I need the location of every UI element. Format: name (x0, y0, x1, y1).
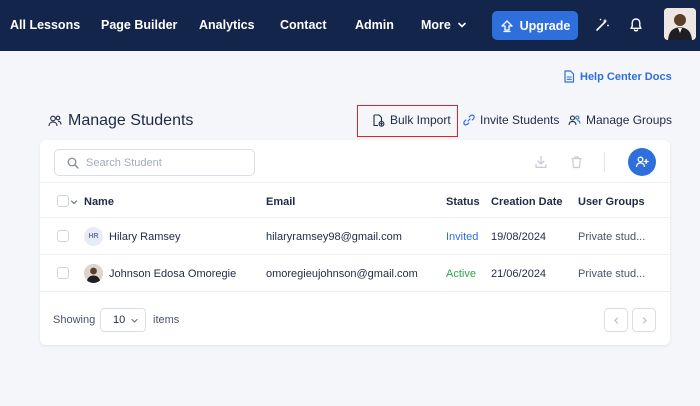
toolbar-divider (604, 152, 605, 172)
invite-students-button[interactable]: Invite Students (463, 113, 559, 127)
next-page-button[interactable] (632, 308, 656, 332)
nav-analytics[interactable]: Analytics (199, 18, 255, 32)
column-status[interactable]: Status (446, 196, 480, 208)
column-email[interactable]: Email (266, 196, 295, 208)
table-header: Name Email Status Creation Date User Gro… (40, 182, 670, 218)
nav-more-label: More (421, 18, 451, 32)
nav-all-lessons[interactable]: All Lessons (10, 18, 80, 32)
search-icon (67, 157, 79, 169)
students-card: Name Email Status Creation Date User Gro… (40, 140, 670, 345)
help-center-link[interactable]: Help Center Docs (563, 70, 672, 83)
creation-date: 19/08/2024 (491, 231, 547, 243)
nav-more[interactable]: More (421, 18, 467, 32)
chevron-left-icon (613, 316, 618, 324)
pagination-footer: Showing 10 items (40, 306, 670, 334)
nav-admin[interactable]: Admin (355, 18, 394, 32)
chevron-down-icon[interactable] (70, 198, 78, 206)
bulk-import-label: Bulk Import (390, 113, 451, 127)
student-name[interactable]: Johnson Edosa Omoregie (109, 268, 236, 280)
bulk-import-button[interactable]: Bulk Import (372, 113, 451, 127)
showing-label: Showing (53, 314, 96, 326)
avatar: HR (84, 227, 103, 246)
search-input[interactable] (86, 156, 236, 169)
import-icon (373, 113, 385, 127)
items-label: items (153, 314, 180, 326)
link-icon (463, 114, 475, 126)
magic-wand-icon[interactable] (592, 15, 612, 35)
table-row[interactable]: HR Hilary Ramsey hilaryramsey98@gmail.co… (40, 218, 670, 255)
user-groups: Private stud... (578, 268, 646, 280)
chevron-right-icon (642, 316, 647, 324)
manage-groups-label: Manage Groups (586, 113, 673, 127)
page-title-text: Manage Students (68, 112, 194, 129)
nav-contact[interactable]: Contact (280, 18, 327, 32)
group-icon (568, 114, 581, 125)
status-badge: Invited (446, 231, 479, 243)
column-user-groups[interactable]: User Groups (578, 196, 645, 208)
row-checkbox[interactable] (57, 230, 69, 242)
upgrade-button[interactable]: Upgrade (492, 11, 578, 40)
search-box (54, 149, 255, 176)
status-badge: Active (446, 268, 476, 280)
trash-icon[interactable] (567, 153, 585, 171)
avatar (84, 264, 103, 283)
user-groups: Private stud... (578, 231, 646, 243)
bell-icon[interactable] (626, 15, 646, 35)
add-student-button[interactable] (628, 148, 656, 176)
help-center-label: Help Center Docs (580, 70, 672, 83)
users-icon (48, 115, 62, 127)
page-title: Manage Students (48, 112, 193, 130)
select-all-checkbox[interactable] (57, 195, 69, 207)
download-icon[interactable] (532, 153, 550, 171)
invite-students-label: Invite Students (480, 113, 560, 127)
page-size-value: 10 (113, 314, 126, 326)
profile-avatar[interactable] (664, 8, 696, 40)
column-creation-date[interactable]: Creation Date (491, 196, 563, 208)
page-size-select[interactable]: 10 (100, 308, 146, 332)
chevron-down-icon (131, 318, 138, 323)
manage-groups-button[interactable]: Manage Groups (568, 113, 672, 127)
student-email: omoregieujohnson@gmail.com (266, 268, 418, 280)
top-navbar: All Lessons Page Builder Analytics Conta… (0, 0, 700, 51)
nav-page-builder[interactable]: Page Builder (101, 18, 177, 32)
student-email: hilaryramsey98@gmail.com (266, 231, 402, 243)
column-name[interactable]: Name (84, 196, 114, 208)
table-row[interactable]: Johnson Edosa Omoregie omoregieujohnson@… (40, 255, 670, 292)
arrow-up-icon (500, 19, 513, 32)
prev-page-button[interactable] (604, 308, 628, 332)
user-add-icon (635, 156, 649, 168)
doc-icon (564, 70, 575, 83)
upgrade-label: Upgrade (519, 18, 571, 33)
student-name[interactable]: Hilary Ramsey (109, 231, 181, 243)
chevron-down-icon (458, 22, 466, 28)
row-checkbox[interactable] (57, 267, 69, 279)
creation-date: 21/06/2024 (491, 268, 547, 280)
